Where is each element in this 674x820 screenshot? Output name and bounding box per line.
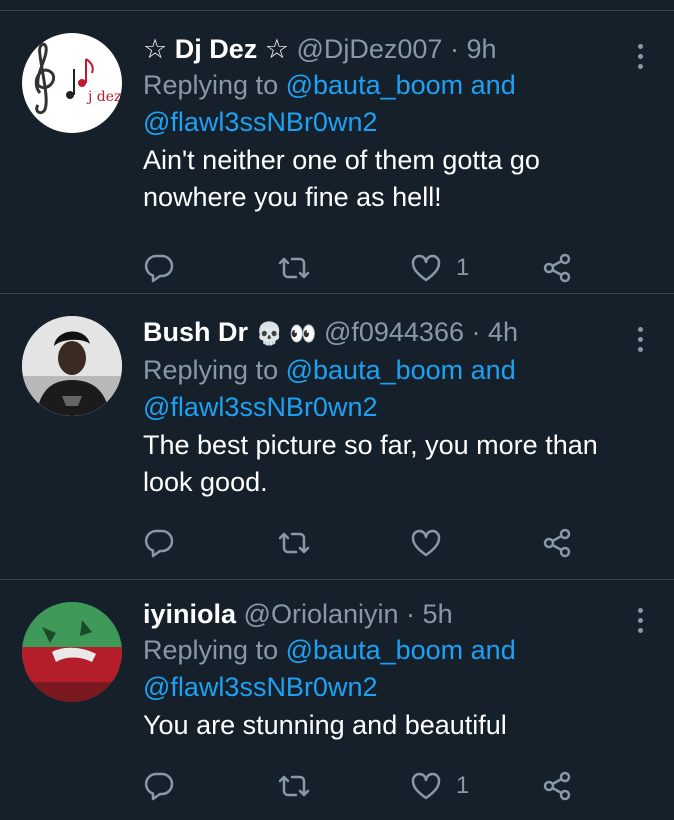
like-icon — [411, 529, 441, 557]
tweet-reply[interactable]: j dez ☆ Dj Dez ☆ @DjDez007 · 9h Replying… — [0, 11, 674, 294]
replying-to: Replying to @bauta_boom and @flawl3ssNBr… — [143, 352, 623, 426]
like-icon — [411, 254, 441, 282]
retweet-icon — [278, 257, 310, 279]
reply-icon — [144, 772, 174, 801]
mention-link[interactable]: @flawl3ssNBr0wn2 — [143, 392, 377, 422]
tweet-text: You are stunning and beautiful — [143, 710, 507, 740]
mention-and[interactable]: and — [471, 635, 516, 665]
tweet-text: The best picture so far, you more than l… — [143, 430, 598, 497]
separator: · — [406, 599, 416, 629]
avatar[interactable] — [22, 316, 122, 416]
replying-prefix: Replying to — [143, 355, 279, 385]
tweet-reply[interactable]: Bush Dr 💀 👀 @f0944366 · 4h Replying to @… — [0, 294, 674, 580]
more-icon[interactable] — [638, 44, 644, 72]
reply-icon — [144, 254, 174, 283]
reply-icon — [144, 529, 174, 558]
retweet-button[interactable] — [278, 248, 310, 288]
avatar-photo — [22, 316, 122, 416]
like-count: 1 — [456, 254, 470, 281]
reply-button[interactable] — [143, 523, 175, 563]
replying-prefix: Replying to — [143, 70, 279, 100]
handle[interactable]: @DjDez007 — [296, 34, 442, 64]
replying-prefix: Replying to — [143, 635, 279, 665]
mention-and[interactable]: and — [471, 355, 516, 385]
mention-and[interactable]: and — [471, 70, 516, 100]
timestamp[interactable]: 5h — [423, 599, 453, 629]
handle[interactable]: @Oriolaniyin — [244, 599, 399, 629]
share-button[interactable] — [541, 523, 573, 563]
tweet-header: ☆ Dj Dez ☆ @DjDez007 · 9h — [143, 31, 623, 67]
dj-logo-image: j dez — [34, 42, 121, 115]
mention-link[interactable]: @bauta_boom — [286, 355, 464, 385]
top-divider — [0, 0, 674, 11]
share-icon — [543, 253, 571, 283]
reply-button[interactable] — [143, 766, 175, 806]
share-button[interactable] — [541, 248, 573, 288]
tweet-actions: 1 — [143, 766, 593, 806]
separator: · — [471, 317, 481, 347]
handle[interactable]: @f0944366 — [324, 317, 464, 347]
tweet-actions: 1 — [143, 248, 593, 288]
tweet-header: Bush Dr 💀 👀 @f0944366 · 4h — [143, 314, 623, 352]
share-icon — [543, 528, 571, 558]
mention-link[interactable]: @bauta_boom — [286, 70, 464, 100]
like-count: 1 — [456, 772, 470, 799]
like-button[interactable]: 1 — [410, 248, 469, 288]
display-name[interactable]: iyiniola — [143, 599, 236, 629]
avatar-logo-text: j dez — [86, 89, 121, 105]
like-button[interactable]: 1 — [410, 766, 469, 806]
tweet-actions — [143, 523, 593, 563]
mention-link[interactable]: @flawl3ssNBr0wn2 — [143, 107, 377, 137]
avatar[interactable]: j dez — [22, 33, 122, 133]
share-icon — [543, 771, 571, 801]
share-button[interactable] — [541, 766, 573, 806]
retweet-button[interactable] — [278, 523, 310, 563]
mention-link[interactable]: @flawl3ssNBr0wn2 — [143, 672, 377, 702]
timestamp[interactable]: 9h — [466, 34, 496, 64]
like-icon — [411, 772, 441, 800]
retweet-icon — [278, 532, 310, 554]
display-name[interactable]: Bush Dr — [143, 317, 248, 347]
avatar[interactable] — [22, 602, 122, 702]
more-icon[interactable] — [638, 327, 644, 355]
retweet-button[interactable] — [278, 766, 310, 806]
more-icon[interactable] — [638, 608, 644, 636]
retweet-icon — [278, 775, 310, 797]
separator: · — [449, 34, 459, 64]
replying-to: Replying to @bauta_boom and @flawl3ssNBr… — [143, 632, 623, 706]
tweet-header: iyiniola @Oriolaniyin · 5h — [143, 596, 623, 632]
replying-to: Replying to @bauta_boom and @flawl3ssNBr… — [143, 67, 623, 141]
display-name[interactable]: ☆ Dj Dez ☆ — [143, 34, 289, 64]
avatar-photo — [22, 602, 122, 702]
emoji: 💀 👀 — [255, 321, 317, 346]
tweet-reply[interactable]: iyiniola @Oriolaniyin · 5h Replying to @… — [0, 580, 674, 820]
tweet-text: Ain't neither one of them gotta go nowhe… — [143, 145, 540, 212]
timestamp[interactable]: 4h — [488, 317, 518, 347]
reply-button[interactable] — [143, 248, 175, 288]
mention-link[interactable]: @bauta_boom — [286, 635, 464, 665]
like-button[interactable] — [410, 523, 456, 563]
